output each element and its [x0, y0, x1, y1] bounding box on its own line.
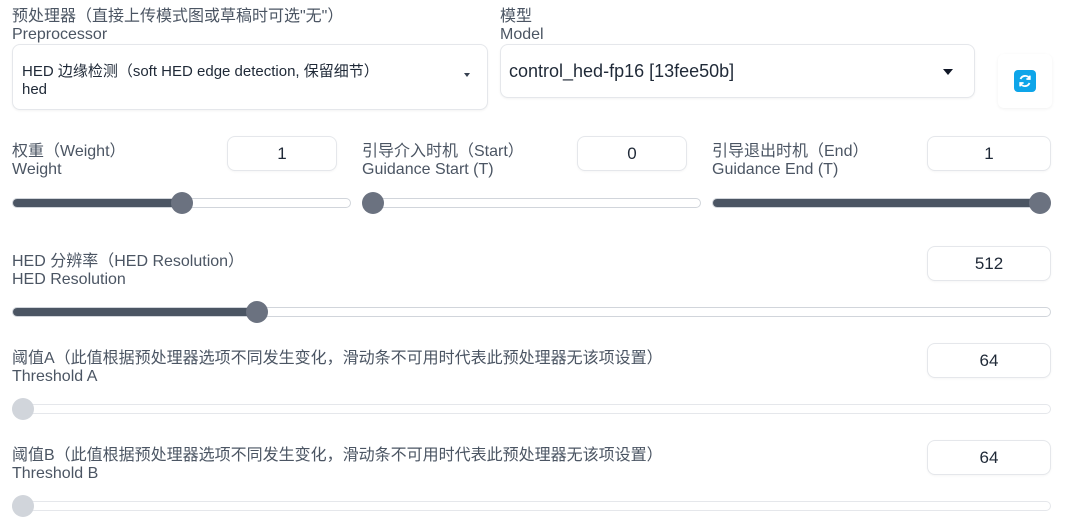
- guidance-end-label: 引导退出时机（End）: [712, 143, 869, 160]
- slider-thumb[interactable]: [170, 192, 193, 214]
- hed-resolution-slider[interactable]: [12, 301, 1051, 323]
- preprocessor-selected-value-line2: hed: [22, 81, 48, 98]
- weight-slider[interactable]: [12, 192, 351, 214]
- model-selected-value: control_hed-fp16 [13fee50b]: [509, 61, 735, 81]
- guidance-end-input[interactable]: 1: [927, 136, 1051, 171]
- preprocessor-label: 预处理器（直接上传模式图或草稿时可选"无"）: [12, 8, 344, 25]
- chevron-down-icon: [943, 69, 953, 75]
- slider-track: [712, 198, 1051, 208]
- threshold-b-label-en: Threshold B: [12, 465, 99, 482]
- threshold-a-slider[interactable]: [12, 398, 1051, 420]
- model-label: 模型: [500, 8, 533, 25]
- guidance-end-slider[interactable]: [712, 192, 1051, 214]
- model-select[interactable]: control_hed-fp16 [13fee50b]: [500, 44, 975, 98]
- threshold-a-input[interactable]: 64: [927, 343, 1051, 378]
- preprocessor-label-en: Preprocessor: [12, 26, 108, 43]
- slider-thumb[interactable]: [362, 192, 384, 214]
- slider-thumb[interactable]: [12, 495, 34, 517]
- threshold-b-slider[interactable]: [12, 495, 1051, 517]
- slider-thumb[interactable]: [245, 301, 268, 323]
- guidance-start-input[interactable]: 0: [577, 136, 687, 171]
- refresh-models-button[interactable]: [998, 54, 1052, 108]
- slider-fill: [713, 199, 1041, 207]
- model-label-en: Model: [500, 26, 544, 43]
- threshold-b-label: 阈值B（此值根据预处理器选项不同发生变化，滑动条不可用时代表此预处理器无该项设置…: [12, 447, 663, 464]
- guidance-start-label: 引导介入时机（Start）: [362, 143, 524, 160]
- slider-track: [12, 307, 1051, 317]
- hed-resolution-label: HED 分辨率（HED Resolution）: [12, 253, 245, 270]
- threshold-b-input[interactable]: 64: [927, 440, 1051, 475]
- slider-track: [12, 404, 1051, 414]
- slider-thumb[interactable]: [12, 398, 34, 420]
- slider-fill: [13, 308, 258, 316]
- preprocessor-selected-value: HED 边缘检测（soft HED edge detection, 保留细节）: [22, 63, 379, 80]
- guidance-end-label-en: Guidance End (T): [712, 161, 839, 178]
- slider-track: [12, 501, 1051, 511]
- weight-input[interactable]: 1: [227, 136, 337, 171]
- guidance-start-slider[interactable]: [362, 192, 701, 214]
- preprocessor-select[interactable]: HED 边缘检测（soft HED edge detection, 保留细节） …: [12, 44, 488, 110]
- chevron-down-icon: [464, 73, 470, 77]
- hed-resolution-label-en: HED Resolution: [12, 271, 126, 288]
- slider-track: [362, 198, 701, 208]
- weight-label-en: Weight: [12, 161, 62, 178]
- threshold-a-label: 阈值A（此值根据预处理器选项不同发生变化，滑动条不可用时代表此预处理器无该项设置…: [12, 350, 663, 367]
- weight-label: 权重（Weight）: [12, 143, 126, 160]
- guidance-start-label-en: Guidance Start (T): [362, 161, 494, 178]
- threshold-a-label-en: Threshold A: [12, 368, 98, 385]
- hed-resolution-input[interactable]: 512: [927, 246, 1051, 281]
- slider-thumb[interactable]: [1029, 192, 1051, 214]
- refresh-icon: [1014, 70, 1036, 92]
- slider-fill: [13, 199, 183, 207]
